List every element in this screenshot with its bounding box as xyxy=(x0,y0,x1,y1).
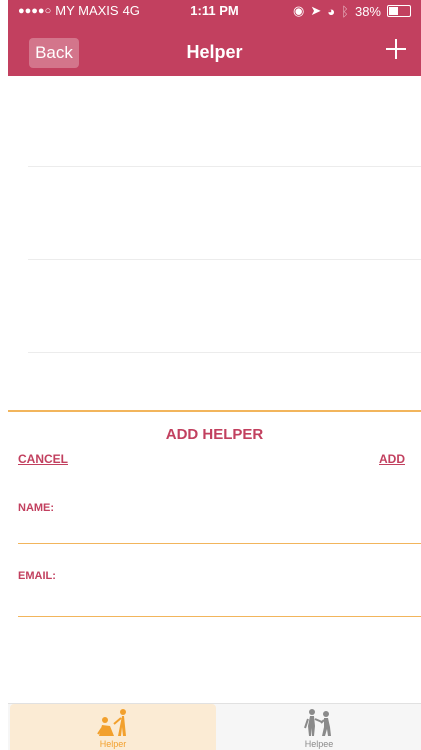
plus-icon-graphic xyxy=(386,39,406,59)
lock-rotation-icon: ◉ xyxy=(293,3,305,18)
tab-helper-label: Helper xyxy=(99,739,127,749)
email-field[interactable] xyxy=(18,590,421,617)
tab-helpee[interactable]: Helpee xyxy=(216,704,421,750)
email-label: EMAIL: xyxy=(18,570,56,582)
location-icon: ➤ xyxy=(310,3,322,18)
app-frame: ●●●●○ MY MAXIS 4G 1:11 PM ◉ ➤ ◕ ᛒ 38% Ba… xyxy=(8,0,421,750)
alarm-icon: ◕ xyxy=(327,3,336,19)
add-helper-panel: ADD HELPER CANCEL ADD NAME: EMAIL: xyxy=(8,410,421,704)
helper-list xyxy=(8,76,421,410)
status-bar: ●●●●○ MY MAXIS 4G 1:11 PM ◉ ➤ ◕ ᛒ 38% xyxy=(8,0,421,22)
helpee-icon xyxy=(304,709,331,736)
page-title: Helper xyxy=(186,42,243,62)
name-field[interactable] xyxy=(18,517,421,544)
list-separator xyxy=(28,166,421,167)
tab-helper[interactable]: Helper xyxy=(10,704,216,750)
panel-title: ADD HELPER xyxy=(165,426,264,443)
plus-icon[interactable] xyxy=(383,38,409,64)
top-bar: ●●●●○ MY MAXIS 4G 1:11 PM ◉ ➤ ◕ ᛒ 38% Ba… xyxy=(8,0,421,76)
tab-bar: Helper Helpee xyxy=(8,703,421,750)
cancel-button[interactable]: CANCEL xyxy=(18,452,68,466)
status-right: ◉ ➤ ◕ ᛒ 38% xyxy=(293,3,411,19)
bluetooth-icon: ᛒ xyxy=(341,3,349,19)
battery-icon xyxy=(387,5,411,17)
tab-helpee-label: Helpee xyxy=(304,739,334,749)
list-separator xyxy=(28,352,421,353)
helper-icon xyxy=(97,709,126,736)
add-button[interactable]: ADD xyxy=(379,452,405,466)
name-label: NAME: xyxy=(18,502,55,514)
list-separator xyxy=(28,259,421,260)
navigation-bar: Back Helper xyxy=(8,32,421,72)
battery-percent: 38% xyxy=(354,3,381,19)
